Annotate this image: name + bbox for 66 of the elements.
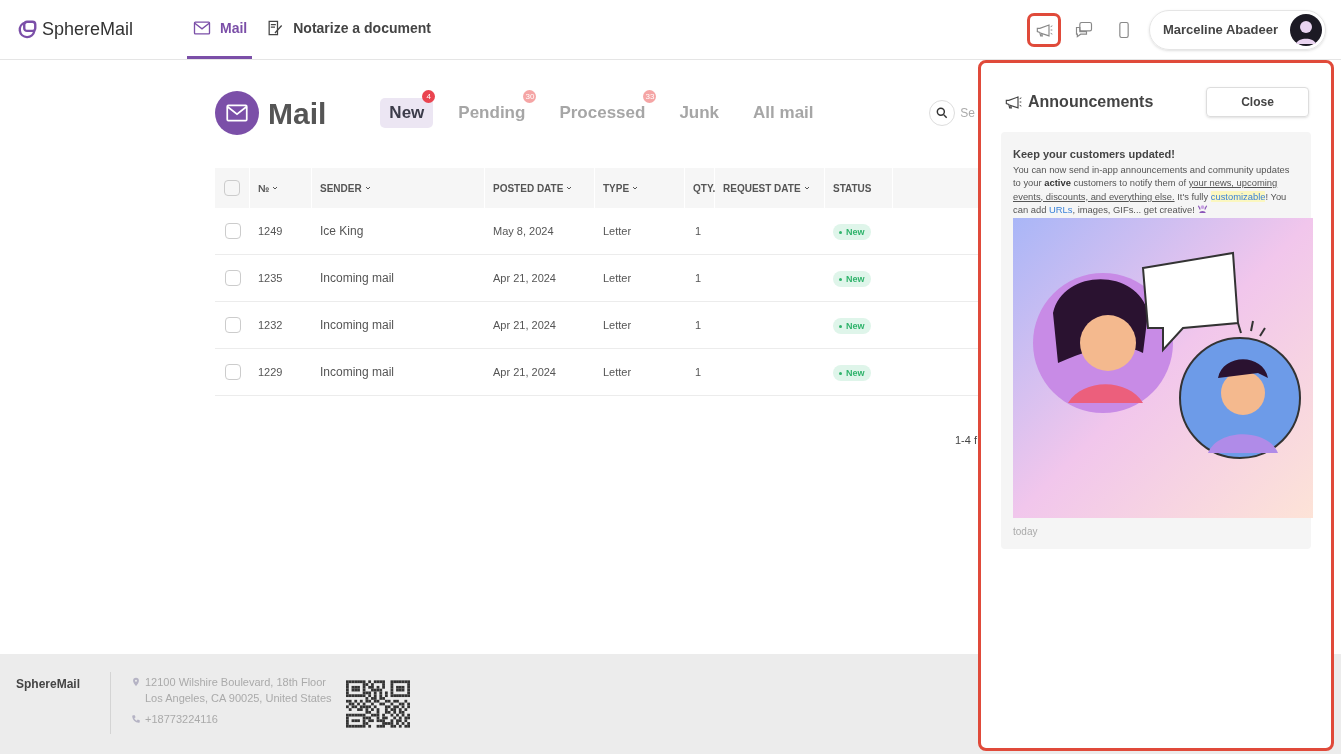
table-cell: Apr 21, 2024 (493, 318, 556, 331)
table-cell: May 8, 2024 (493, 224, 554, 237)
sort-caret-icon (631, 184, 640, 192)
table-cell: 1 (695, 318, 702, 331)
checkbox[interactable] (224, 223, 241, 239)
column-header: QTY. (693, 181, 716, 196)
nav-tab[interactable]: Mail (187, 0, 253, 59)
avatar-icon (1290, 13, 1322, 46)
footer-brand: SphereMail (16, 676, 82, 693)
table-cell: 1235 (258, 271, 283, 284)
location-pin-icon (131, 676, 141, 688)
column-header[interactable]: POSTED DATE (493, 180, 574, 196)
table-cell: 1249 (258, 224, 283, 237)
table-cell: Apr 21, 2024 (493, 365, 556, 378)
timestamp: today (1013, 524, 1039, 539)
column-header[interactable]: № (258, 180, 280, 196)
phone-icon (131, 714, 141, 724)
table-cell: 1 (695, 224, 702, 237)
column-header[interactable]: REQUEST DATE (723, 180, 811, 196)
megaphone-button[interactable] (1026, 12, 1061, 47)
sort-caret-icon (271, 184, 280, 192)
table-cell: 1 (695, 271, 702, 284)
page-title: Mail (268, 95, 327, 132)
filter-tab[interactable]: New (380, 98, 434, 128)
brand-name: SphereMail (42, 18, 134, 41)
select-all-checkbox[interactable] (224, 180, 240, 196)
status-badge: New (833, 365, 871, 382)
table-cell: Ice King (320, 224, 364, 238)
status-badge: New (833, 224, 871, 241)
checkbox[interactable] (224, 364, 241, 380)
announcement-text: You can now send in-app announcements and community updates to your active customers to notify them of your news, upcoming events, discounts, and everything else. It's fully customizable! You can add URLs, images, GIFs... get creative! (1013, 162, 1291, 217)
search-icon (935, 106, 950, 120)
sort-caret-icon (565, 184, 574, 192)
table-cell: Letter (603, 365, 632, 378)
panel-title: Announcements (1028, 92, 1154, 112)
sort-caret-icon (802, 184, 811, 192)
table-cell: Incoming mail (320, 365, 395, 379)
checkbox[interactable] (224, 317, 241, 333)
status-badge: New (833, 271, 871, 288)
column-header[interactable]: TYPE (603, 180, 640, 196)
phone-number: +18773224116 (145, 712, 218, 727)
chat-bubbles-icon (1073, 19, 1094, 40)
count-badge: 33 (643, 90, 657, 103)
count-badge: 4 (422, 90, 436, 103)
table-cell: Apr 21, 2024 (493, 271, 556, 284)
table-cell: 1 (695, 365, 702, 378)
table-cell: Letter (603, 318, 632, 331)
announcement-heading: Keep your customers updated! (1013, 147, 1176, 162)
table-cell: Incoming mail (320, 271, 395, 285)
table-cell: Letter (603, 224, 632, 237)
sort-caret-icon (363, 184, 372, 192)
celebrating-figure-icon (1197, 203, 1209, 214)
nav-tab[interactable]: Notarize a document (260, 0, 436, 59)
count-badge: 30 (523, 90, 537, 103)
status-badge: New (833, 318, 871, 335)
checkbox[interactable] (224, 270, 241, 286)
address-text: 12100 Wilshire Boulevard, 18th Floor Los Angeles, CA 90025, United States (145, 675, 332, 706)
table-cell: Letter (603, 271, 632, 284)
close-button[interactable]: Close (1206, 87, 1309, 117)
table-cell: 1232 (258, 318, 283, 331)
logo-icon (16, 18, 38, 41)
table-cell: 1229 (258, 365, 283, 378)
table-cell: Incoming mail (320, 318, 395, 332)
pagination-text: 1-4 f (955, 433, 977, 448)
column-header[interactable]: SENDER (320, 180, 372, 196)
column-header: STATUS (833, 181, 872, 196)
